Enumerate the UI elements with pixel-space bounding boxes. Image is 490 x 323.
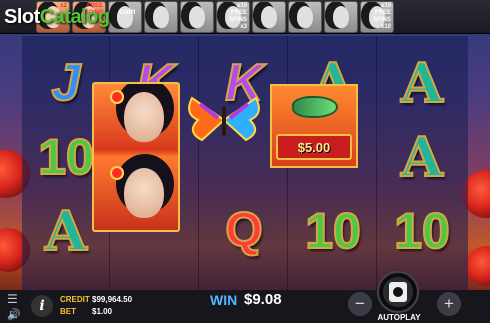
info-button[interactable]: i (31, 295, 53, 317)
history-item (288, 1, 322, 33)
history-tag (147, 2, 177, 4)
geisha-face (124, 168, 164, 218)
history-tag (291, 2, 321, 4)
spin-button[interactable] (377, 271, 419, 313)
reel-5-symbol-2: A (400, 125, 444, 189)
bet-label: BET (60, 307, 76, 316)
geisha-thumbnail-icon (153, 6, 169, 28)
site-logo: SlotCatalog (4, 6, 110, 28)
history-tag (183, 2, 213, 4)
geisha-face (124, 92, 164, 142)
reel-area: J 10 A K K Q A 10 A A 10 (22, 36, 468, 290)
spin-icon (389, 282, 407, 302)
geisha-thumbnail-icon (297, 6, 313, 28)
credit-value: $99,964.50 (92, 295, 133, 304)
history-item (324, 1, 358, 33)
geisha-thumbnail-icon (189, 6, 205, 28)
cash-bonus-symbol: $5.00 (270, 84, 358, 168)
butterfly-icon (188, 96, 260, 142)
menu-icon[interactable]: ☰ (7, 292, 27, 306)
koi-kite-icon (292, 96, 338, 118)
site-logo-suffix: com (119, 7, 136, 16)
history-item (180, 1, 214, 33)
win-value: $9.08 (244, 291, 282, 308)
history-tag (255, 2, 285, 4)
history-item: x10 FREE SPINS x10 (360, 1, 394, 33)
reel-4-symbol-3: 10 (304, 203, 362, 259)
history-item (252, 1, 286, 33)
geisha-stacked-symbol (92, 82, 180, 232)
history-tag: x10 FREE SPINS x3 (228, 3, 247, 30)
bet-value: $1.00 (92, 307, 113, 316)
history-tag: x10 FREE SPINS x10 (372, 3, 391, 30)
history-item: x10 FREE SPINS x3 (216, 1, 250, 33)
cash-value-scroll: $5.00 (276, 134, 352, 160)
history-tag (111, 2, 141, 4)
geisha-thumbnail-icon (333, 6, 349, 28)
win-label: WIN (210, 292, 238, 308)
autoplay-label[interactable]: AUTOPLAY (376, 313, 422, 322)
history-item (144, 1, 178, 33)
credit-label: CREDIT (60, 295, 90, 304)
reel-3-symbol-3: Q (224, 204, 263, 257)
reel-5: A A 10 (378, 36, 466, 290)
reel-5-symbol-3: 10 (393, 203, 451, 259)
history-tag (327, 2, 357, 4)
hair-flower-icon (110, 166, 124, 180)
bet-increase-button[interactable]: + (437, 292, 461, 316)
sound-icon[interactable]: 🔊 (7, 308, 27, 322)
reel-5-symbol-1: A (400, 51, 444, 115)
history-item (108, 1, 142, 33)
bet-decrease-button[interactable]: − (348, 292, 372, 316)
geisha-thumbnail-icon (261, 6, 277, 28)
hair-flower-icon (110, 90, 124, 104)
